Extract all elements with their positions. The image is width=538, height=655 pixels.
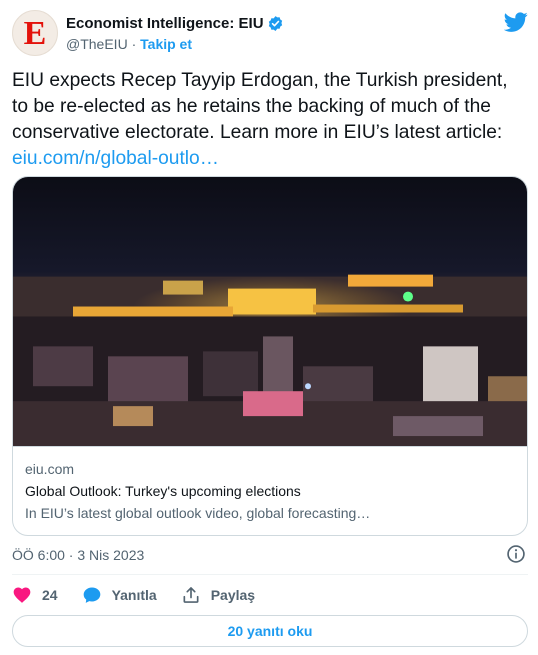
timestamp[interactable]: ÖÖ 6:00 · 3 Nis 2023 — [12, 545, 144, 565]
separator: · — [131, 36, 137, 52]
display-name[interactable]: Economist Intelligence: EIU — [66, 15, 264, 32]
read-replies-button[interactable]: 20 yanıtı oku — [12, 615, 528, 647]
twitter-bird-icon[interactable] — [504, 10, 528, 34]
verified-badge-icon — [268, 15, 282, 31]
like-count: 24 — [42, 587, 58, 603]
tweet-text: EIU expects Recep Tayyip Erdogan, the Tu… — [12, 68, 528, 172]
card-description: In EIU’s latest global outlook video, gl… — [25, 505, 371, 521]
tweet-body: EIU expects Recep Tayyip Erdogan, the Tu… — [12, 70, 508, 143]
tweet-link[interactable]: eiu.com/n/global-outlo… — [12, 146, 528, 172]
reply-button[interactable]: Yanıtla — [82, 585, 157, 605]
share-icon — [183, 587, 199, 603]
card-domain: eiu.com — [25, 461, 75, 477]
link-card[interactable]: eiu.com Global Outlook: Turkey's upcomin… — [12, 176, 528, 536]
heart-icon — [13, 587, 31, 603]
tweet-header: E Economist Intelligence: EIU @TheEIU · … — [12, 10, 528, 58]
card-body: eiu.com Global Outlook: Turkey's upcomin… — [25, 458, 515, 524]
divider — [12, 574, 528, 575]
avatar-logo: E — [23, 15, 47, 52]
action-bar: 24 Yanıtla Paylaş — [12, 584, 279, 606]
share-label: Paylaş — [210, 587, 256, 603]
share-button[interactable]: Paylaş — [181, 585, 255, 605]
handle-row: @TheEIU · Takip et — [66, 36, 284, 54]
reply-bubble-icon — [83, 587, 100, 603]
info-icon[interactable] — [506, 544, 526, 564]
like-button[interactable]: 24 — [12, 585, 58, 605]
card-title[interactable]: Global Outlook: Turkey's upcoming electi… — [25, 480, 515, 502]
follow-button[interactable]: Takip et — [140, 36, 192, 52]
author-block: Economist Intelligence: EIU @TheEIU · Ta… — [66, 13, 284, 54]
handle[interactable]: @TheEIU — [66, 36, 128, 52]
display-name-row: Economist Intelligence: EIU — [66, 13, 284, 33]
reply-label: Yanıtla — [111, 587, 157, 603]
avatar[interactable]: E — [12, 10, 58, 56]
card-image[interactable] — [13, 177, 528, 447]
